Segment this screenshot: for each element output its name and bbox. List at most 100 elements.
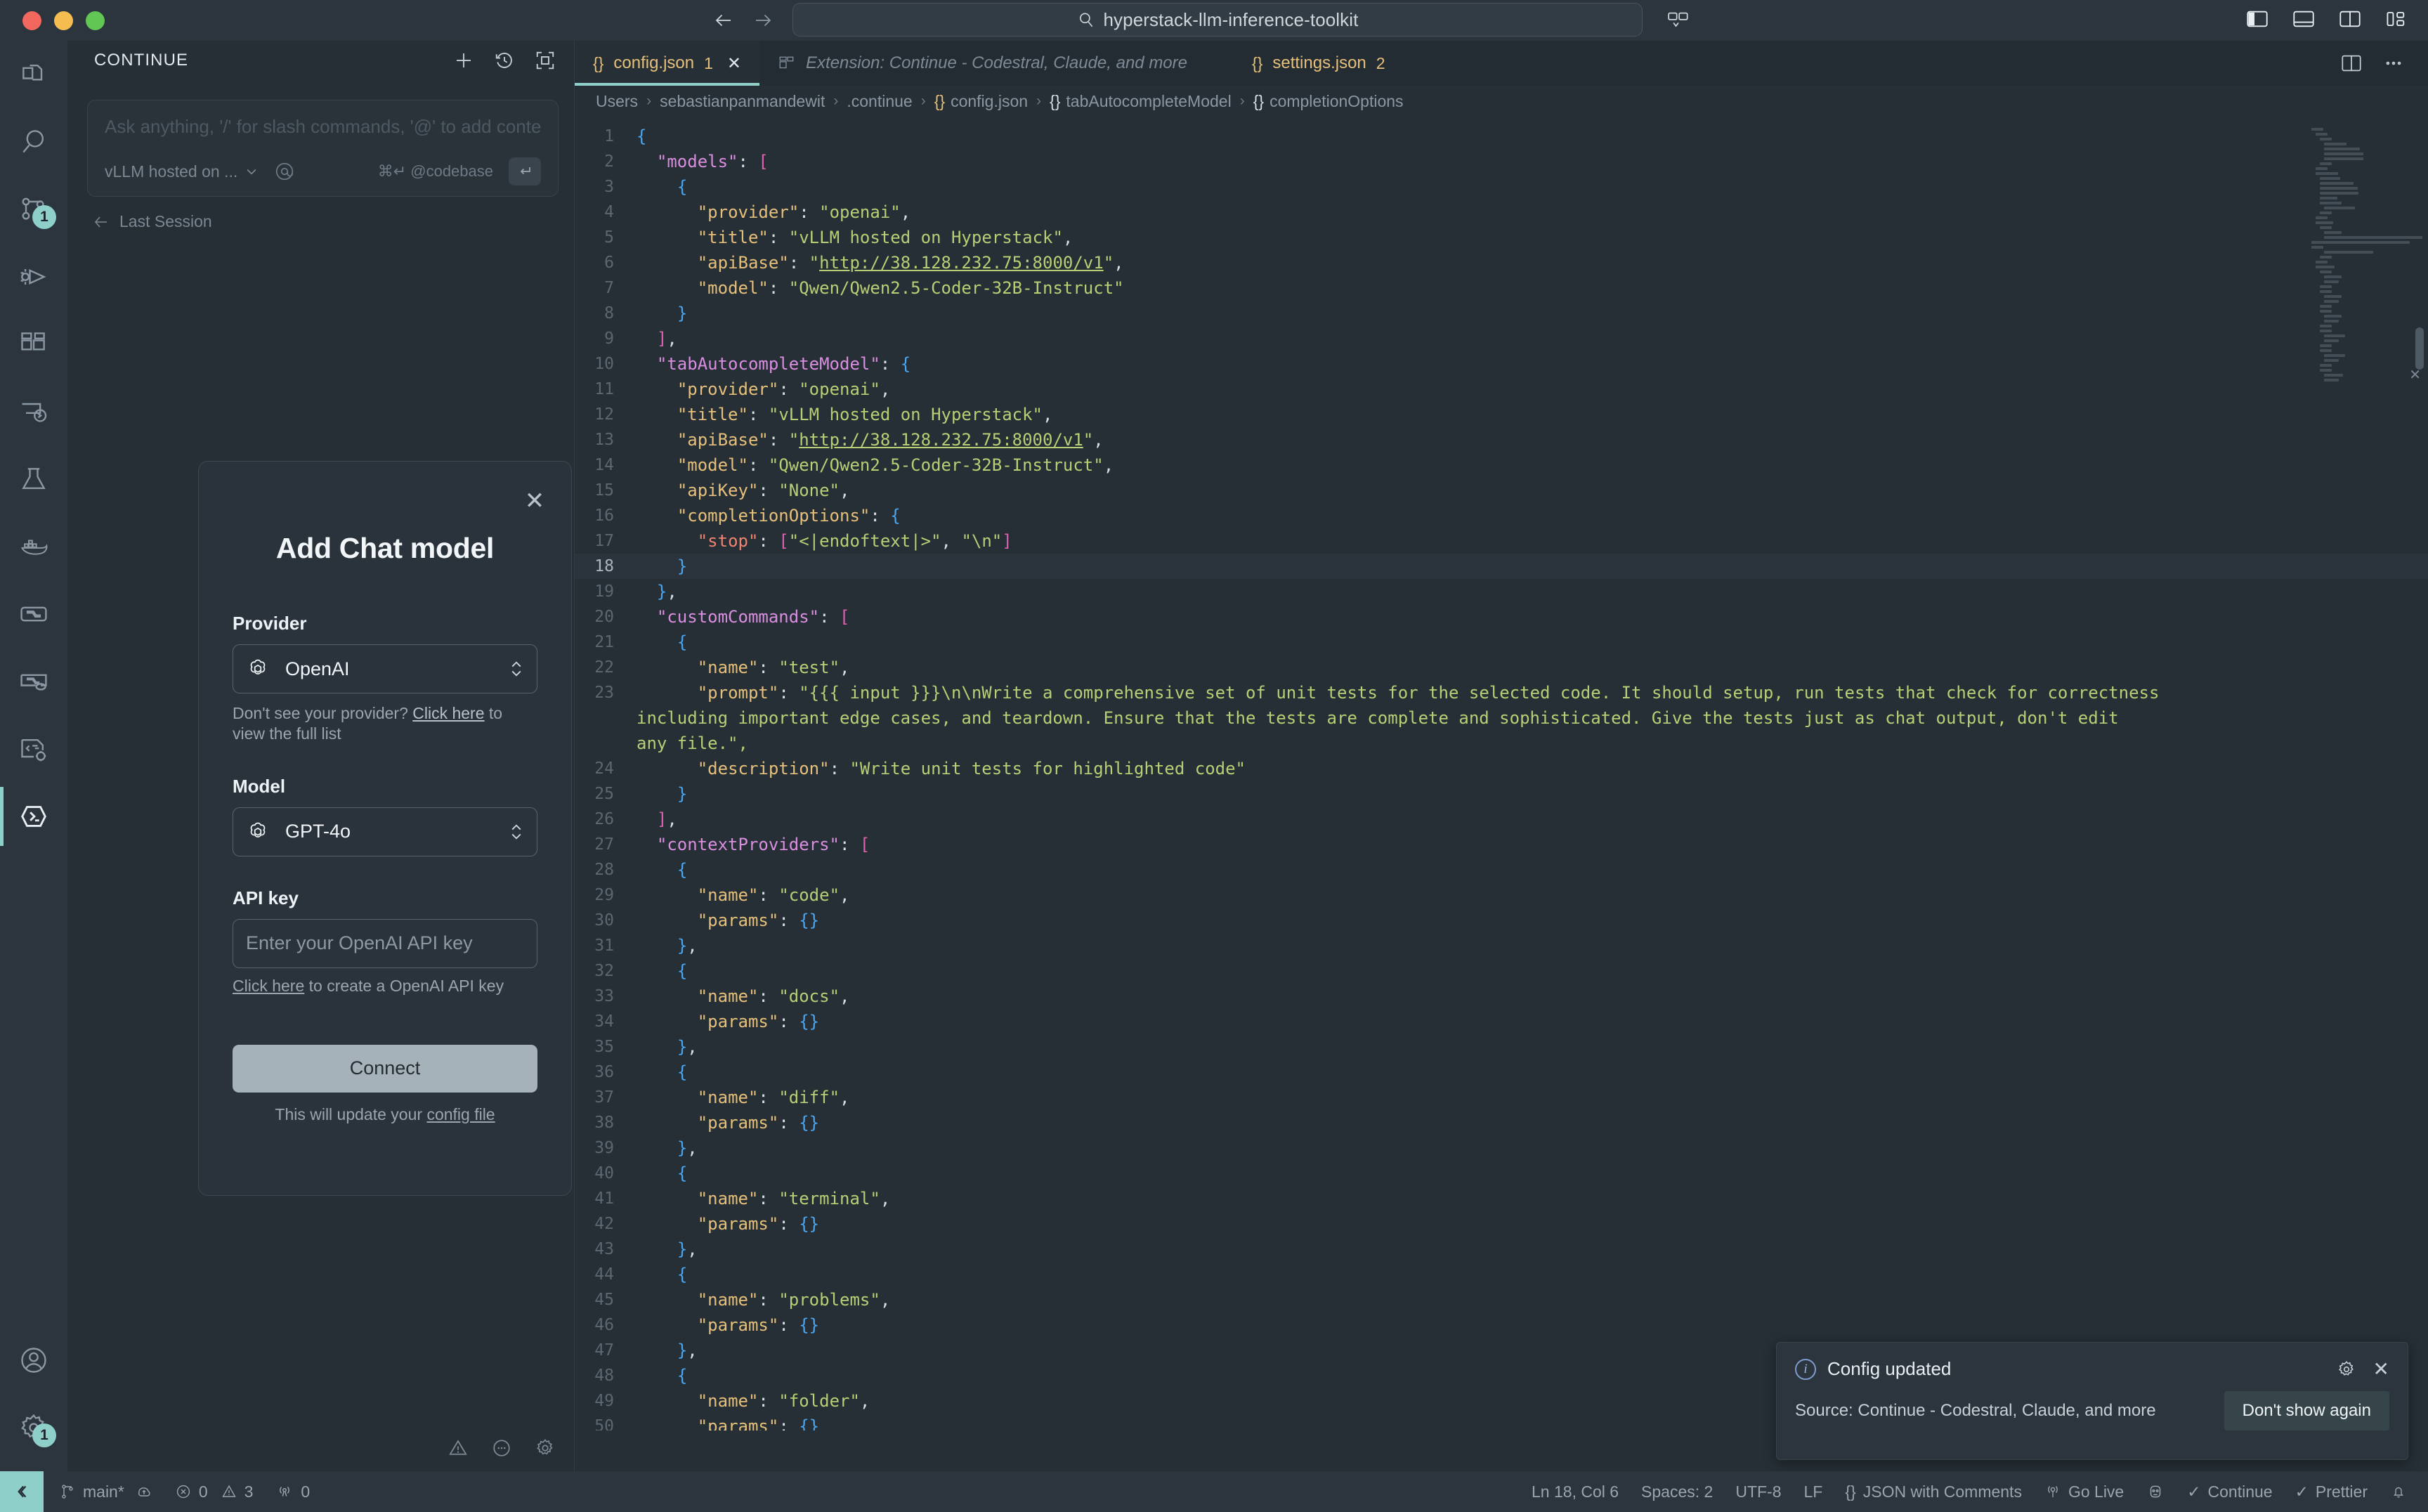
notifications-bell[interactable] — [2379, 1483, 2418, 1500]
warning-icon[interactable] — [448, 1438, 469, 1459]
sidebar-item-source-control[interactable]: 1 — [0, 176, 67, 243]
sidebar-item-run-and-debug[interactable] — [0, 243, 67, 311]
close-icon[interactable]: ✕ — [727, 53, 741, 74]
sidebar-item-aws-cloud[interactable] — [0, 648, 67, 715]
forward-arrow-icon[interactable] — [752, 10, 774, 31]
minimap-close-icon[interactable]: ✕ — [2409, 366, 2421, 384]
sidebar-item-docker[interactable] — [0, 513, 67, 580]
config-file-link[interactable]: config file — [426, 1105, 495, 1123]
code-line[interactable]: 15 "apiKey": "None", — [575, 478, 2428, 503]
api-key-field[interactable]: Enter your OpenAI API key — [233, 919, 537, 968]
code-line[interactable]: 36 { — [575, 1060, 2428, 1085]
code-line[interactable]: 45 "name": "problems", — [575, 1287, 2428, 1312]
code-line[interactable]: 16 "completionOptions": { — [575, 503, 2428, 528]
code-line[interactable]: 12 "title": "vLLM hosted on Hyperstack", — [575, 402, 2428, 427]
customize-layout-icon[interactable] — [1665, 7, 1692, 34]
go-live-status[interactable]: Go Live — [2033, 1482, 2135, 1501]
prettier-status[interactable]: ✓ Prettier — [2284, 1482, 2379, 1501]
remote-window-button[interactable] — [0, 1471, 44, 1512]
history-icon[interactable] — [494, 50, 515, 71]
ports-status[interactable]: 0 — [264, 1482, 321, 1501]
code-line[interactable]: any file.", — [575, 731, 2428, 756]
breadcrumb-item-completionoptions[interactable]: {}completionOptions — [1253, 92, 1404, 111]
code-line[interactable]: 26 ], — [575, 807, 2428, 832]
code-line[interactable]: 44 { — [575, 1262, 2428, 1287]
code-line[interactable]: 5 "title": "vLLM hosted on Hyperstack", — [575, 225, 2428, 250]
code-line[interactable]: 10 "tabAutocompleteModel": { — [575, 351, 2428, 377]
code-line[interactable]: 23 "prompt": "{{{ input }}}\n\nWrite a c… — [575, 680, 2428, 705]
minimap[interactable] — [2311, 128, 2410, 346]
sidebar-item-explorer[interactable] — [0, 41, 67, 108]
encoding-status[interactable]: UTF-8 — [1724, 1482, 1792, 1501]
close-icon[interactable]: ✕ — [521, 487, 549, 515]
sidebar-item-dev-containers[interactable] — [0, 715, 67, 783]
breadcrumb-item-users[interactable]: Users — [596, 92, 638, 111]
indentation-status[interactable]: Spaces: 2 — [1630, 1482, 1724, 1501]
split-editor-icon[interactable] — [2341, 53, 2362, 73]
tab-extension-continue[interactable]: Extension: Continue - Codestral, Claude,… — [759, 41, 1206, 86]
code-lines[interactable]: 1{2 "models": [3 {4 "provider": "openai"… — [575, 124, 2428, 1430]
code-line[interactable]: 21 { — [575, 630, 2428, 655]
breadcrumb-item-tabautocompletemodel[interactable]: {}tabAutocompleteModel — [1050, 92, 1232, 111]
code-line[interactable]: 8 } — [575, 301, 2428, 326]
toggle-panel-icon[interactable] — [2290, 6, 2317, 32]
code-line[interactable]: 19 }, — [575, 579, 2428, 604]
code-line[interactable]: 46 "params": {} — [575, 1312, 2428, 1338]
problems-status[interactable]: 0 3 — [164, 1482, 265, 1501]
code-line[interactable]: 38 "params": {} — [575, 1110, 2428, 1135]
search-omnibox[interactable]: hyperstack-llm-inference-toolkit — [792, 3, 1643, 37]
editor-scrollbar-thumb[interactable] — [2415, 327, 2424, 370]
expand-icon[interactable] — [535, 50, 556, 71]
code-editor[interactable]: 1{2 "models": [3 {4 "provider": "openai"… — [575, 117, 2428, 1430]
model-selector[interactable]: vLLM hosted on ... — [105, 162, 259, 181]
language-mode-status[interactable]: {} JSON with Comments — [1834, 1482, 2033, 1501]
code-line[interactable]: 6 "apiBase": "http://38.128.232.75:8000/… — [575, 250, 2428, 275]
gear-icon[interactable] — [2337, 1360, 2356, 1379]
code-line[interactable]: 22 "name": "test", — [575, 655, 2428, 680]
close-icon[interactable]: ✕ — [2373, 1360, 2389, 1379]
dont-show-again-button[interactable]: Don't show again — [2224, 1391, 2389, 1430]
code-line[interactable]: 25 } — [575, 781, 2428, 807]
minimize-window-button[interactable] — [54, 11, 73, 30]
live-share-status[interactable] — [2135, 1482, 2176, 1501]
model-select[interactable]: GPT-4o — [233, 807, 537, 856]
code-line[interactable]: 28 { — [575, 857, 2428, 882]
eol-status[interactable]: LF — [1793, 1482, 1834, 1501]
provider-hint-link[interactable]: Click here — [412, 704, 484, 722]
cursor-position[interactable]: Ln 18, Col 6 — [1520, 1482, 1630, 1501]
customize-layout-menu-icon[interactable] — [2383, 6, 2410, 32]
last-session-link[interactable]: Last Session — [93, 212, 574, 231]
code-line[interactable]: 33 "name": "docs", — [575, 984, 2428, 1009]
sidebar-item-aws-toolkit[interactable] — [0, 580, 67, 648]
sidebar-item-search[interactable] — [0, 108, 67, 176]
breadcrumb-item-user[interactable]: sebastianpanmandewit — [660, 92, 825, 111]
back-arrow-icon[interactable] — [713, 10, 734, 31]
code-line[interactable]: 32 { — [575, 958, 2428, 984]
code-line[interactable]: 18 } — [575, 554, 2428, 579]
code-line[interactable]: 40 { — [575, 1161, 2428, 1186]
code-line[interactable]: 37 "name": "diff", — [575, 1085, 2428, 1110]
sidebar-item-remote-explorer[interactable] — [0, 378, 67, 445]
toggle-primary-sidebar-icon[interactable] — [2244, 6, 2271, 32]
send-button[interactable] — [509, 157, 541, 185]
sidebar-item-continue[interactable] — [0, 783, 67, 850]
breadcrumb-item-continue[interactable]: .continue — [847, 92, 912, 111]
close-window-button[interactable] — [22, 11, 41, 30]
new-session-icon[interactable] — [453, 50, 474, 71]
code-line[interactable]: 39 }, — [575, 1135, 2428, 1161]
code-line[interactable]: 13 "apiBase": "http://38.128.232.75:8000… — [575, 427, 2428, 452]
chat-input-box[interactable]: Ask anything, '/' for slash commands, '@… — [87, 100, 559, 197]
connect-button[interactable]: Connect — [233, 1045, 537, 1093]
breadcrumb-item-config-json[interactable]: {}config.json — [934, 92, 1028, 111]
branch-status[interactable]: main* — [44, 1482, 164, 1501]
sidebar-item-accounts[interactable] — [0, 1327, 67, 1394]
code-line[interactable]: 9 ], — [575, 326, 2428, 351]
code-line[interactable]: 30 "params": {} — [575, 908, 2428, 933]
code-line[interactable]: 35 }, — [575, 1034, 2428, 1060]
code-line[interactable]: 31 }, — [575, 933, 2428, 958]
code-line[interactable]: 43 }, — [575, 1237, 2428, 1262]
code-line[interactable]: 1{ — [575, 124, 2428, 149]
code-line[interactable]: 24 "description": "Write unit tests for … — [575, 756, 2428, 781]
sidebar-item-extensions[interactable] — [0, 311, 67, 378]
code-line[interactable]: 29 "name": "code", — [575, 882, 2428, 908]
